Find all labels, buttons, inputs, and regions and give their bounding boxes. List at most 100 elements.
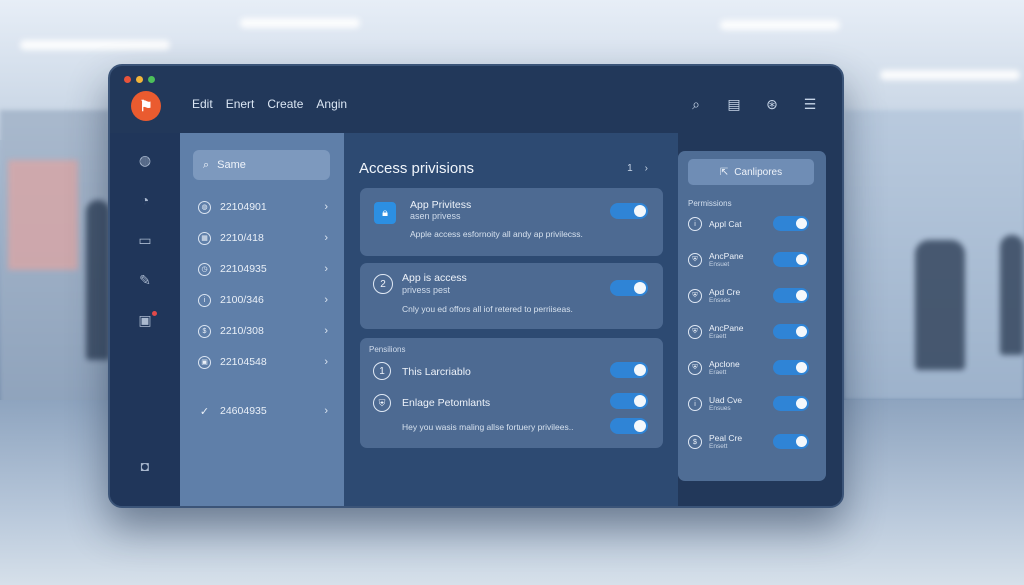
document-icon[interactable]: ▤ <box>726 96 742 113</box>
permission-toggle[interactable] <box>773 216 809 231</box>
permission-row: $ Peal Cre Ensett <box>688 431 814 457</box>
toggle-knob <box>796 326 807 337</box>
list-item[interactable]: i 2100/346 › <box>198 290 328 310</box>
info-icon: i <box>198 293 211 307</box>
chevron-right-icon: › <box>324 263 328 275</box>
section-header: Permissions <box>688 199 732 208</box>
permission-toggle[interactable] <box>773 434 809 449</box>
chevron-right-icon: › <box>324 232 328 244</box>
toggle-knob <box>796 254 807 265</box>
section-header: Pensilions <box>369 345 406 354</box>
next-page-button[interactable]: › <box>645 163 648 174</box>
permission-row: ⛨ AncPane Ensuet <box>688 249 814 275</box>
list-icon[interactable]: ☰ <box>802 96 818 113</box>
permission-toggle[interactable] <box>773 396 809 411</box>
search-icon[interactable]: ⌕ <box>688 96 704 113</box>
app-access-toggle[interactable] <box>610 280 648 296</box>
list-item[interactable]: $ 2210/308 › <box>198 321 328 341</box>
list-item-label: 2210/418 <box>220 232 264 244</box>
toolbar-icons: ⌕ ▤ ⊛ ☰ <box>688 96 818 113</box>
maximize-dot[interactable] <box>148 76 155 83</box>
toggle-knob <box>634 282 646 294</box>
list-item[interactable]: ✓ 24604935 › <box>198 401 328 421</box>
permissions-card: Pensilions 1 This Larcriablo ⛨ Enlage Pe… <box>360 338 663 448</box>
camera-icon[interactable]: ◘ <box>136 457 154 475</box>
pen-icon[interactable]: ✎ <box>136 271 154 289</box>
permissions-panel: ⇱ Canlipores Permissions i Appl Cat ⛨ An… <box>678 151 826 481</box>
list-panel: ⌕ Same ◍ 22104901 › ▦ 2210/418 › ◷ 22104… <box>180 133 344 506</box>
shield-icon: ⛨ <box>688 361 702 375</box>
main-panel: Access privisions 1 › 🔒︎ App Privitess a… <box>344 133 678 506</box>
permission-title: Peal Cre <box>709 433 743 443</box>
card-description: Apple access esfornoity all andy ap priv… <box>410 229 583 239</box>
page-title: Access privisions <box>359 160 475 177</box>
app-logo[interactable]: ⚑ <box>131 91 161 121</box>
permission-subtitle: Ensues <box>709 405 731 412</box>
permission-toggle[interactable] <box>773 252 809 267</box>
notification-badge <box>152 311 157 316</box>
row-description: Hey you wasis maling allse fortuery priv… <box>402 422 574 432</box>
search-input[interactable]: ⌕ Same <box>193 150 330 180</box>
card-title: App Privitess <box>410 199 472 211</box>
row1-toggle[interactable] <box>610 362 648 378</box>
capabilities-button[interactable]: ⇱ Canlipores <box>688 159 814 185</box>
list-item[interactable]: ▣ 22104548 › <box>198 352 328 372</box>
menu-enert[interactable]: Enert <box>226 97 255 111</box>
ceiling-light <box>20 40 170 50</box>
page-number[interactable]: 1 <box>627 163 633 174</box>
permission-row: ⛨ Apd Cre Ensses <box>688 285 814 311</box>
permission-subtitle: Ensuet <box>709 261 730 268</box>
row2-toggle[interactable] <box>610 393 648 409</box>
ceiling-light <box>240 18 360 28</box>
list-item-label: 24604935 <box>220 405 267 417</box>
shield-icon: ⛨ <box>373 394 391 412</box>
list-item-label: 2100/346 <box>220 294 264 306</box>
background-person <box>86 200 110 360</box>
globe-icon[interactable]: ◍ <box>136 151 154 169</box>
chevron-right-icon: › <box>324 201 328 213</box>
list-item[interactable]: ◍ 22104901 › <box>198 197 328 217</box>
toggle-knob <box>796 436 807 447</box>
ceiling-light <box>720 20 840 30</box>
permission-card: 2 App is access privess pest Cnly you ed… <box>360 263 663 329</box>
row-title: This Larcriablo <box>402 366 471 378</box>
info-icon: i <box>688 397 702 411</box>
button-label: Canlipores <box>734 166 783 178</box>
info-icon: i <box>688 217 702 231</box>
permission-toggle[interactable] <box>773 288 809 303</box>
calendar-icon: ▦ <box>198 231 211 245</box>
close-dot[interactable] <box>124 76 131 83</box>
toggle-knob <box>796 218 807 229</box>
shield-icon: ⛨ <box>688 289 702 303</box>
right-panel: ⇱ Canlipores Permissions i Appl Cat ⛨ An… <box>678 133 842 506</box>
menu-create[interactable]: Create <box>267 97 303 111</box>
card-subtitle: asen privess <box>410 211 461 221</box>
menu-edit[interactable]: Edit <box>192 97 213 111</box>
list-item[interactable]: ◷ 22104935 › <box>198 259 328 279</box>
toggle-knob <box>634 364 646 376</box>
menu-bar: Edit Enert Create Angin <box>192 97 347 111</box>
share-icon: ⇱ <box>719 166 729 178</box>
message-icon[interactable]: ▭ <box>136 231 154 249</box>
row3-toggle[interactable] <box>610 418 648 434</box>
list-item-label: 22104901 <box>220 201 267 213</box>
toggle-knob <box>796 398 807 409</box>
menu-angin[interactable]: Angin <box>316 97 347 111</box>
box-icon: ▣ <box>198 355 211 369</box>
permission-toggle[interactable] <box>773 324 809 339</box>
app-privileges-toggle[interactable] <box>610 203 648 219</box>
row-title: Enlage Petomlants <box>402 397 491 409</box>
list-item[interactable]: ▦ 2210/418 › <box>198 228 328 248</box>
minimize-dot[interactable] <box>136 76 143 83</box>
permission-row: i Uad Cve Ensues <box>688 393 814 419</box>
permission-title: Apd Cre <box>709 287 741 297</box>
toggle-knob <box>634 395 646 407</box>
permission-toggle[interactable] <box>773 360 809 375</box>
permission-title: Uad Cve <box>709 395 743 405</box>
compass-icon[interactable]: ◔ <box>136 191 154 209</box>
list-item-label: 22104935 <box>220 263 267 275</box>
background-person <box>915 240 965 370</box>
chevron-right-icon: › <box>324 325 328 337</box>
permission-title: Apclone <box>709 359 740 369</box>
settings-icon[interactable]: ⊛ <box>764 96 780 113</box>
